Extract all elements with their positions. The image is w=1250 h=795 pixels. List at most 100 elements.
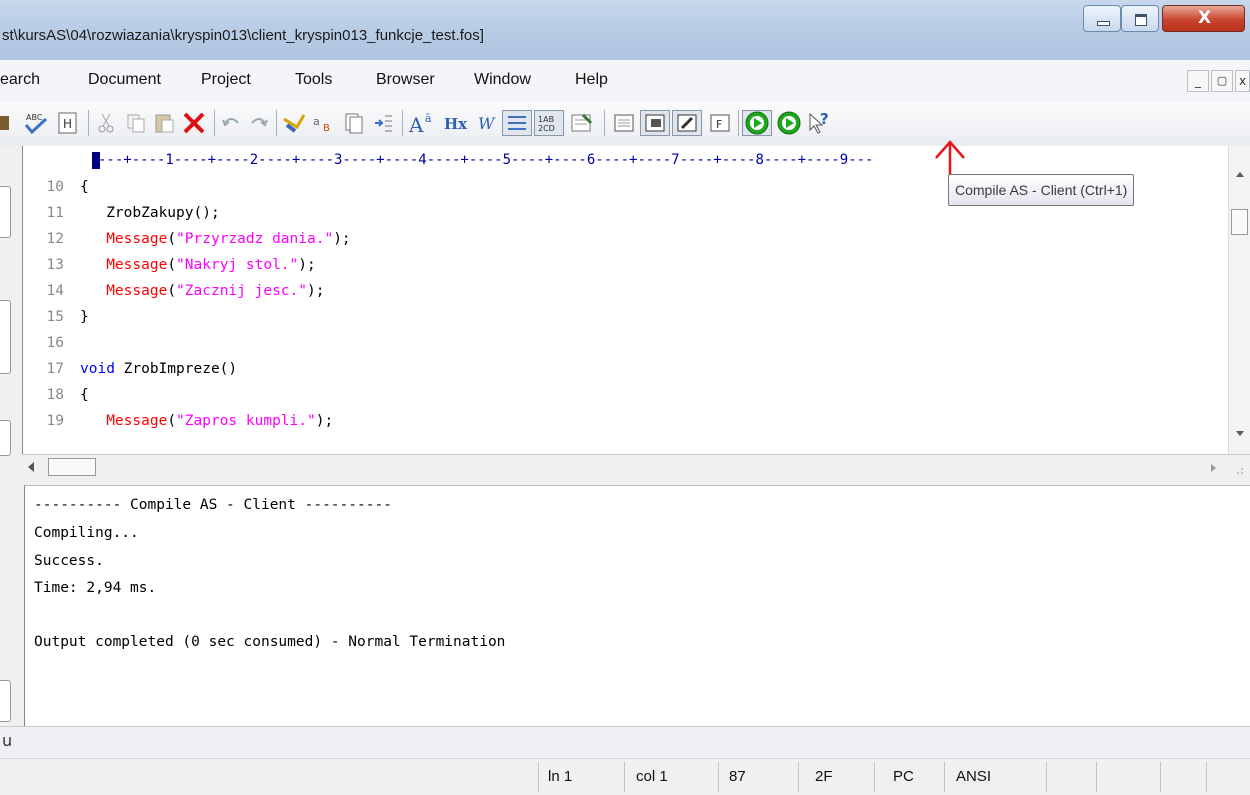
svg-text:ā: ā — [425, 112, 432, 125]
code-token: ( — [167, 283, 177, 299]
indent-icon[interactable] — [370, 110, 398, 136]
hex-icon[interactable]: Hx — [442, 110, 474, 136]
svg-text:B: B — [323, 123, 330, 134]
maximize-icon — [1135, 14, 1147, 26]
output-panel[interactable] — [24, 485, 1250, 726]
line-number: 14 — [46, 283, 64, 299]
code-token: { — [80, 387, 89, 403]
spellcheck-icon[interactable]: ABC — [22, 110, 50, 136]
toolbar-separator — [214, 110, 215, 136]
properties-icon[interactable] — [568, 110, 596, 136]
status-hex-code: 2F — [815, 768, 833, 785]
menu-document[interactable]: Document — [88, 71, 161, 89]
svg-text:ABC: ABC — [26, 113, 43, 122]
resize-grip-icon — [1237, 468, 1243, 474]
svg-text:1AB: 1AB — [538, 115, 554, 124]
status-char-code: 87 — [729, 768, 746, 785]
menu-browser[interactable]: Browser — [376, 71, 435, 89]
scroll-right-icon[interactable] — [1210, 463, 1218, 473]
mdi-restore-button[interactable]: ▢ — [1211, 70, 1233, 92]
status-column: col 1 — [636, 768, 668, 785]
cut-icon[interactable] — [92, 110, 120, 136]
toolbar-separator — [402, 110, 403, 136]
compile-server-button[interactable] — [775, 110, 803, 136]
dock-tab[interactable] — [0, 680, 11, 722]
status-upper-bar: u — [0, 726, 1250, 759]
document-window-toggle[interactable] — [640, 110, 670, 136]
copy-icon[interactable] — [122, 110, 150, 136]
mdi-close-button[interactable]: x — [1235, 70, 1250, 92]
compile-client-button[interactable] — [742, 110, 772, 136]
code-text: Message("Zapros kumpli."); — [80, 409, 333, 433]
status-divider — [718, 762, 719, 792]
mdi-minimize-button[interactable]: _ — [1187, 70, 1209, 92]
project-window-toggle[interactable] — [672, 110, 702, 136]
code-token: Message — [80, 413, 168, 429]
font-size-icon[interactable]: Aā — [406, 110, 440, 136]
undo-icon[interactable] — [218, 110, 244, 136]
delete-icon[interactable] — [180, 110, 208, 136]
editor-horizontal-scrollbar[interactable] — [22, 454, 1250, 485]
output-window-icon[interactable] — [610, 110, 638, 136]
function-window-icon[interactable]: F — [706, 110, 734, 136]
maximize-button[interactable] — [1121, 5, 1159, 32]
menu-bar — [0, 60, 1250, 103]
code-token: ); — [315, 413, 334, 429]
status-bar — [0, 758, 1250, 795]
code-token: { — [80, 179, 89, 195]
toolbar-separator — [88, 110, 89, 136]
svg-text:F: F — [716, 118, 722, 131]
code-text: { — [80, 383, 89, 407]
status-divider — [1046, 762, 1047, 792]
horizontal-scroll-thumb[interactable] — [48, 458, 96, 476]
minimize-button[interactable] — [1083, 5, 1121, 32]
pages-icon[interactable] — [340, 110, 368, 136]
line-number: 18 — [46, 387, 64, 403]
vertical-scroll-thumb[interactable] — [1231, 209, 1248, 235]
column-ruler: ---+----1----+----2----+----3----+----4-… — [24, 148, 1224, 172]
code-token: ); — [333, 231, 351, 247]
scroll-up-icon[interactable] — [1235, 170, 1245, 178]
status-divider — [1160, 762, 1161, 792]
scroll-left-icon[interactable] — [26, 461, 36, 473]
output-line: ---------- Compile AS - Client ---------… — [34, 497, 392, 513]
dock-tab[interactable] — [0, 300, 11, 374]
dock-tab[interactable] — [0, 420, 11, 456]
minimize-icon — [1097, 21, 1110, 26]
ruler-cursor — [92, 152, 100, 169]
code-token: "Przyrzadz dania." — [176, 231, 334, 247]
code-token: Message — [80, 257, 168, 273]
compile-client-tooltip: Compile AS - Client (Ctrl+1) — [948, 174, 1135, 206]
paste-icon[interactable] — [150, 110, 178, 136]
line-number: 19 — [46, 413, 64, 429]
line-numbers-toggle[interactable] — [502, 110, 532, 136]
redo-icon[interactable] — [246, 110, 272, 136]
code-token: Message — [80, 231, 168, 247]
line-number: 12 — [46, 231, 64, 247]
menu-window[interactable]: Window — [474, 71, 531, 89]
title-bar: st\kursAS\04\rozwiazania\kryspin013\clie… — [0, 0, 1250, 60]
close-button[interactable]: X — [1162, 5, 1245, 32]
menu-tools[interactable]: Tools — [295, 71, 332, 89]
word-wrap-icon[interactable]: W — [474, 110, 502, 136]
replace-icon[interactable]: aB — [310, 110, 338, 136]
header-icon[interactable]: H — [54, 110, 82, 136]
toolbar-separator — [276, 110, 277, 136]
code-text: } — [80, 305, 89, 329]
line-number: 17 — [46, 361, 64, 377]
menu-help[interactable]: Help — [575, 71, 608, 89]
status-divider — [538, 762, 539, 792]
find-icon[interactable] — [280, 110, 308, 136]
svg-text:?: ? — [820, 110, 829, 128]
status-line: ln 1 — [548, 768, 573, 785]
code-text: Message("Nakryj stol."); — [80, 253, 316, 277]
toolbar-partial-icon[interactable] — [0, 110, 12, 136]
editor-vertical-scrollbar[interactable] — [1228, 146, 1250, 454]
dock-tab[interactable] — [0, 186, 11, 238]
context-help-icon[interactable]: ? — [805, 110, 833, 136]
scroll-down-icon[interactable] — [1235, 430, 1245, 438]
svg-text:H: H — [63, 117, 72, 131]
sort-icon[interactable]: 1AB 2CD — [534, 110, 564, 136]
menu-search[interactable]: earch — [0, 71, 40, 89]
menu-project[interactable]: Project — [201, 71, 251, 89]
